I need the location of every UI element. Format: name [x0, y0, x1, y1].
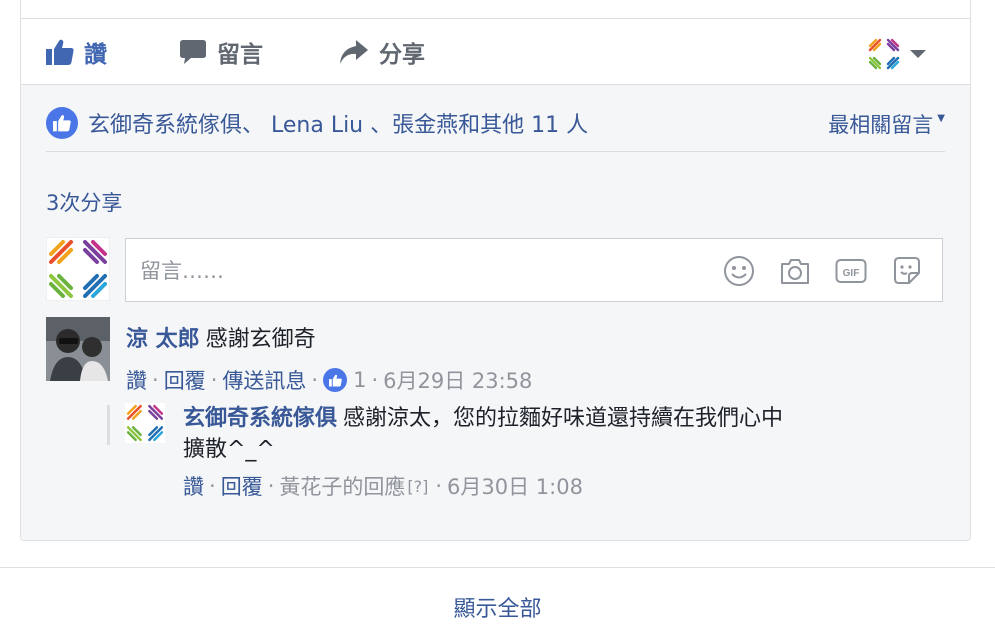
- comment-author[interactable]: 涼 太郎: [126, 327, 200, 352]
- comment-body: 涼 太郎 感謝玄御奇 讚 · 回覆 · 傳送訊息 · 1 · 6月29日 23:…: [126, 321, 906, 395]
- page-divider: [0, 567, 995, 568]
- reply-timestamp[interactable]: 6月30日 1:08: [447, 471, 583, 501]
- reply-author[interactable]: 玄御奇系統傢俱: [183, 406, 337, 431]
- sort-caret-icon: ▼: [937, 113, 945, 124]
- separator-dot: ·: [311, 368, 319, 392]
- likers-link[interactable]: 玄御奇系統傢俱、 Lena Liu 、張金燕和其他 11 人: [88, 107, 588, 139]
- comment-like-link[interactable]: 讚: [126, 365, 147, 395]
- like-reaction-icon: [46, 107, 78, 139]
- comment-text: 感謝玄御奇: [205, 327, 316, 352]
- audience-selector[interactable]: [868, 38, 928, 70]
- share-arrow-icon: [340, 40, 368, 64]
- separator-dot: ·: [152, 368, 159, 392]
- separator-dot: ·: [209, 474, 216, 498]
- gif-icon[interactable]: GIF: [834, 254, 868, 288]
- show-all-link[interactable]: 顯示全部: [0, 591, 995, 623]
- comments-area: 玄御奇系統傢俱、 Lena Liu 、張金燕和其他 11 人 最相關留言 ▼ 3…: [21, 85, 970, 540]
- comment-button[interactable]: 留言: [179, 19, 263, 85]
- emoji-icon[interactable]: [722, 254, 756, 288]
- reply-actions: 讚 · 回覆 · 黃花子的回應 [?] · 6月30日 1:08: [183, 471, 903, 501]
- comment-input[interactable]: [138, 239, 702, 303]
- sort-label: 最相關留言: [828, 113, 934, 137]
- action-bar: 讚 留言 分享: [21, 19, 970, 85]
- reply-text-line1: 感謝涼太，您的拉麵好味道還持續在我們心中: [343, 406, 784, 431]
- comment-bubble-icon: [180, 40, 206, 64]
- share-label: 分享: [379, 42, 425, 68]
- separator-dot: ·: [435, 474, 443, 498]
- responder-text: 黃花子的回應: [279, 475, 406, 499]
- reply-author-avatar[interactable]: [125, 403, 165, 443]
- shares-count-link[interactable]: 3次分享: [46, 187, 122, 217]
- like-label: 讚: [84, 42, 107, 68]
- commenter-avatar[interactable]: [46, 317, 110, 381]
- separator-dot: ·: [267, 474, 275, 498]
- likes-summary: 玄御奇系統傢俱、 Lena Liu 、張金燕和其他 11 人 最相關留言 ▼: [46, 95, 945, 152]
- comment-label: 留言: [217, 42, 263, 68]
- help-link[interactable]: [?]: [407, 477, 428, 496]
- page-avatar-icon: [868, 38, 900, 70]
- reply-body: 玄御奇系統傢俱 感謝涼太，您的拉麵好味道還持續在我們心中 擴散^_^ 讚 · 回覆…: [183, 403, 903, 501]
- comment-reply-link[interactable]: 回覆: [164, 365, 206, 395]
- thumbs-up-icon: [46, 39, 74, 65]
- sticker-icon[interactable]: [890, 254, 924, 288]
- comment-actions: 讚 · 回覆 · 傳送訊息 · 1 · 6月29日 23:58: [126, 365, 906, 395]
- dropdown-caret-icon: [910, 50, 926, 58]
- reply-thread-line: [107, 405, 110, 445]
- like-count-icon: [323, 368, 348, 392]
- reply-reply-link[interactable]: 回覆: [221, 471, 263, 501]
- comment-like-count[interactable]: 1: [353, 368, 366, 392]
- send-message-link[interactable]: 傳送訊息: [222, 365, 306, 395]
- comment-sort-dropdown[interactable]: 最相關留言 ▼: [828, 109, 945, 139]
- share-button[interactable]: 分享: [339, 19, 425, 85]
- separator-dot: ·: [371, 368, 379, 392]
- reply-like-link[interactable]: 讚: [183, 471, 204, 501]
- composer-avatar: [46, 237, 110, 301]
- comment-composer[interactable]: GIF: [125, 238, 943, 303]
- reply-text-line2: 擴散^_^: [183, 437, 275, 462]
- svg-text:GIF: GIF: [843, 268, 860, 279]
- like-button[interactable]: 讚: [46, 19, 107, 85]
- camera-icon[interactable]: [778, 254, 812, 288]
- separator-dot: ·: [210, 368, 218, 392]
- comment-timestamp[interactable]: 6月29日 23:58: [383, 365, 532, 395]
- post-card: 讚 留言 分享 玄御奇系統傢俱、 Lena Liu 、張金燕和其他 11 人 最…: [20, 0, 971, 541]
